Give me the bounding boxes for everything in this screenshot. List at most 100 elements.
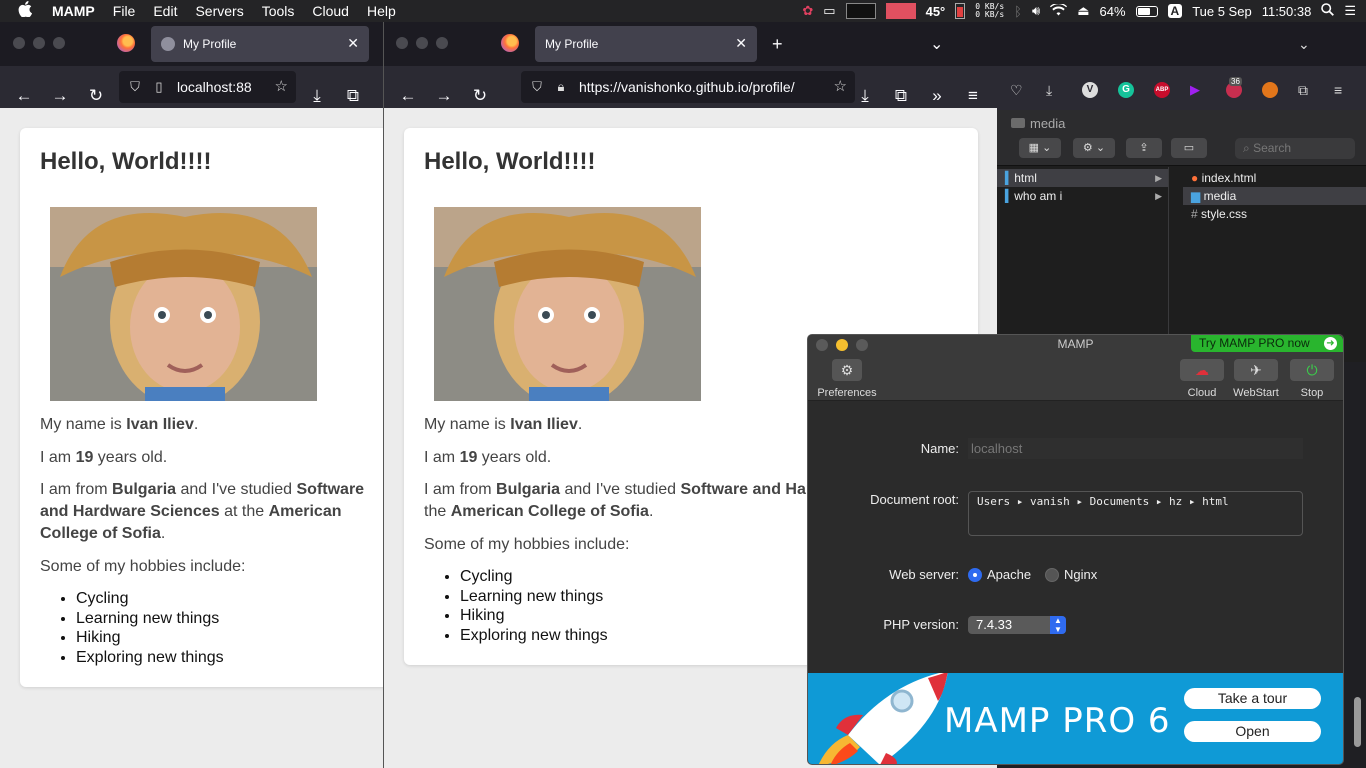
action-gear-button[interactable]: ⚙ ⌄	[1073, 138, 1115, 158]
forward-arrow-icon[interactable]: →	[46, 82, 74, 110]
window-manager-icon[interactable]: ▭	[823, 3, 835, 19]
menu-file[interactable]: File	[113, 3, 136, 19]
firefox-icon[interactable]	[501, 34, 519, 52]
clock-date[interactable]: Tue 5 Sep	[1192, 4, 1252, 19]
close-window-button[interactable]	[13, 37, 25, 49]
open-button[interactable]: Open	[1184, 721, 1321, 742]
reload-icon[interactable]: ↻	[466, 82, 494, 110]
finder-search-placeholder: Search	[1253, 141, 1292, 155]
finder-search-input[interactable]: ⌕ Search	[1235, 138, 1355, 159]
preferences-button[interactable]: ⚙ Preferences	[816, 359, 878, 399]
list-item: Cycling	[76, 589, 224, 609]
menu-help[interactable]: Help	[367, 3, 396, 19]
shield-icon[interactable]: ⛉	[529, 79, 545, 95]
bluetooth-icon[interactable]: ᛒ	[1014, 4, 1022, 19]
back-arrow-icon[interactable]: ←	[10, 82, 38, 110]
lock-icon[interactable]: 🔒︎	[553, 79, 569, 95]
download-icon[interactable]: ⤓	[1046, 82, 1062, 98]
extensions-icon[interactable]: ⧉	[887, 82, 915, 110]
page-scrollbar[interactable]	[1354, 697, 1361, 747]
apache-radio[interactable]: Apache	[968, 567, 1031, 582]
close-tab-icon[interactable]: ✕	[735, 35, 747, 52]
firefox-icon[interactable]	[117, 34, 135, 52]
tag-button[interactable]: ▭	[1171, 138, 1207, 158]
menu-hamburger-icon[interactable]: ≡	[959, 82, 987, 110]
menu-edit[interactable]: Edit	[153, 3, 177, 19]
temperature-label[interactable]: 45°	[926, 4, 946, 19]
stop-button[interactable]: ⏻ Stop	[1288, 359, 1336, 399]
bookmark-star-icon[interactable]: ☆	[834, 77, 847, 95]
memory-graph-icon[interactable]	[885, 3, 916, 19]
back-arrow-icon[interactable]: ←	[394, 82, 422, 110]
grammarly-icon[interactable]: G	[1118, 82, 1134, 98]
name-field[interactable]: localhost	[968, 438, 1303, 459]
tab-my-profile[interactable]: My Profile ✕	[151, 26, 369, 62]
vivaldi-v-icon[interactable]: V	[1082, 82, 1098, 98]
menu-hamburger-icon[interactable]: ≡	[1334, 82, 1350, 98]
menu-cloud[interactable]: Cloud	[312, 3, 349, 19]
zoom-window-button[interactable]	[53, 37, 65, 49]
list-item[interactable]: # style.css	[1183, 205, 1366, 223]
clock-time[interactable]: 11:50:38	[1262, 4, 1312, 19]
download-icon[interactable]: ⤓	[303, 82, 331, 110]
extensions-puzzle-icon[interactable]: ⧉	[1298, 82, 1314, 98]
download-icon[interactable]: ⤓	[851, 82, 879, 110]
view-mode-button[interactable]: ▦ ⌄	[1019, 138, 1061, 158]
url-bar[interactable]: ⛉ ▯ localhost:88 ☆	[119, 71, 296, 103]
share-button[interactable]: ⇪	[1126, 138, 1162, 158]
tab-my-profile[interactable]: My Profile ✕	[535, 26, 757, 62]
bookmark-star-icon[interactable]: ☆	[275, 77, 288, 95]
list-item[interactable]: ▍html ▶	[997, 169, 1168, 187]
folder-icon	[1011, 118, 1025, 128]
minimize-window-button[interactable]	[33, 37, 45, 49]
apple-menu-icon[interactable]	[18, 1, 40, 21]
chevron-down-icon[interactable]: ⌄	[1298, 36, 1310, 53]
metamask-fox-icon[interactable]	[1262, 82, 1278, 98]
nginx-radio[interactable]: Nginx	[1045, 567, 1097, 582]
url-text[interactable]: localhost:88	[177, 79, 259, 95]
battery-icon[interactable]	[1135, 5, 1158, 17]
url-bar[interactable]: ⛉ 🔒︎ https://vanishonko.github.io/profil…	[521, 71, 855, 103]
close-tab-icon[interactable]: ✕	[347, 35, 359, 52]
cpu-graph-icon[interactable]	[845, 3, 876, 19]
chevron-down-icon[interactable]: ⌄	[930, 34, 943, 54]
finder-tabbar-area: ⌄	[997, 22, 1366, 66]
status-app-icon[interactable]: ✿	[802, 3, 813, 19]
list-item[interactable]: ● index.html	[1183, 169, 1366, 187]
menu-app-mamp[interactable]: MAMP	[52, 3, 95, 19]
media-play-icon[interactable]: ▶	[1190, 82, 1206, 98]
list-item[interactable]: ▆ media	[1183, 187, 1366, 205]
control-center-icon[interactable]: ☰	[1344, 3, 1356, 19]
preferences-label: Preferences	[817, 387, 877, 399]
try-mamp-pro-button[interactable]: Try MAMP PRO now ➜	[1191, 335, 1343, 352]
url-text[interactable]: https://vanishonko.github.io/profile/	[579, 79, 795, 95]
disk-bar-icon[interactable]	[955, 3, 966, 19]
php-version-select[interactable]: 7.4.33 ▲ ▼	[968, 616, 1066, 634]
menu-tools[interactable]: Tools	[262, 3, 295, 19]
input-source-indicator[interactable]: A	[1167, 4, 1183, 18]
minimize-window-button[interactable]	[416, 37, 428, 49]
airplane-icon: ✈	[1234, 359, 1278, 381]
pocket-icon[interactable]: ♡	[1010, 82, 1026, 98]
list-item[interactable]: ▍who am i ▶	[997, 187, 1168, 205]
menu-servers[interactable]: Servers	[195, 3, 243, 19]
take-a-tour-button[interactable]: Take a tour	[1184, 688, 1321, 709]
spotlight-search-icon[interactable]	[1321, 3, 1335, 19]
adblock-plus-icon[interactable]: ABP	[1154, 82, 1170, 98]
new-tab-plus-icon[interactable]: +	[772, 34, 783, 55]
eject-icon[interactable]: ⏏	[1077, 3, 1089, 19]
overflow-chevron-icon[interactable]: »	[923, 82, 951, 110]
volume-icon[interactable]: 🔊︎	[1032, 3, 1040, 19]
close-window-button[interactable]	[396, 37, 408, 49]
forward-arrow-icon[interactable]: →	[430, 82, 458, 110]
document-root-field[interactable]: Users ▸ vanish ▸ Documents ▸ hz ▸ html	[968, 491, 1303, 536]
shield-icon[interactable]: ⛉	[127, 79, 143, 95]
reload-icon[interactable]: ↻	[82, 82, 110, 110]
extensions-icon[interactable]: ⧉	[339, 82, 367, 110]
webstart-button[interactable]: ✈ WebStart	[1230, 359, 1282, 399]
network-stats[interactable]: 0 KB/s 0 KB/s	[975, 3, 1004, 19]
wifi-icon[interactable]	[1050, 2, 1068, 19]
zoom-window-button[interactable]	[436, 37, 448, 49]
battery-percent[interactable]: 64%	[1099, 4, 1125, 19]
cloud-button[interactable]: ☁ Cloud	[1178, 359, 1226, 399]
